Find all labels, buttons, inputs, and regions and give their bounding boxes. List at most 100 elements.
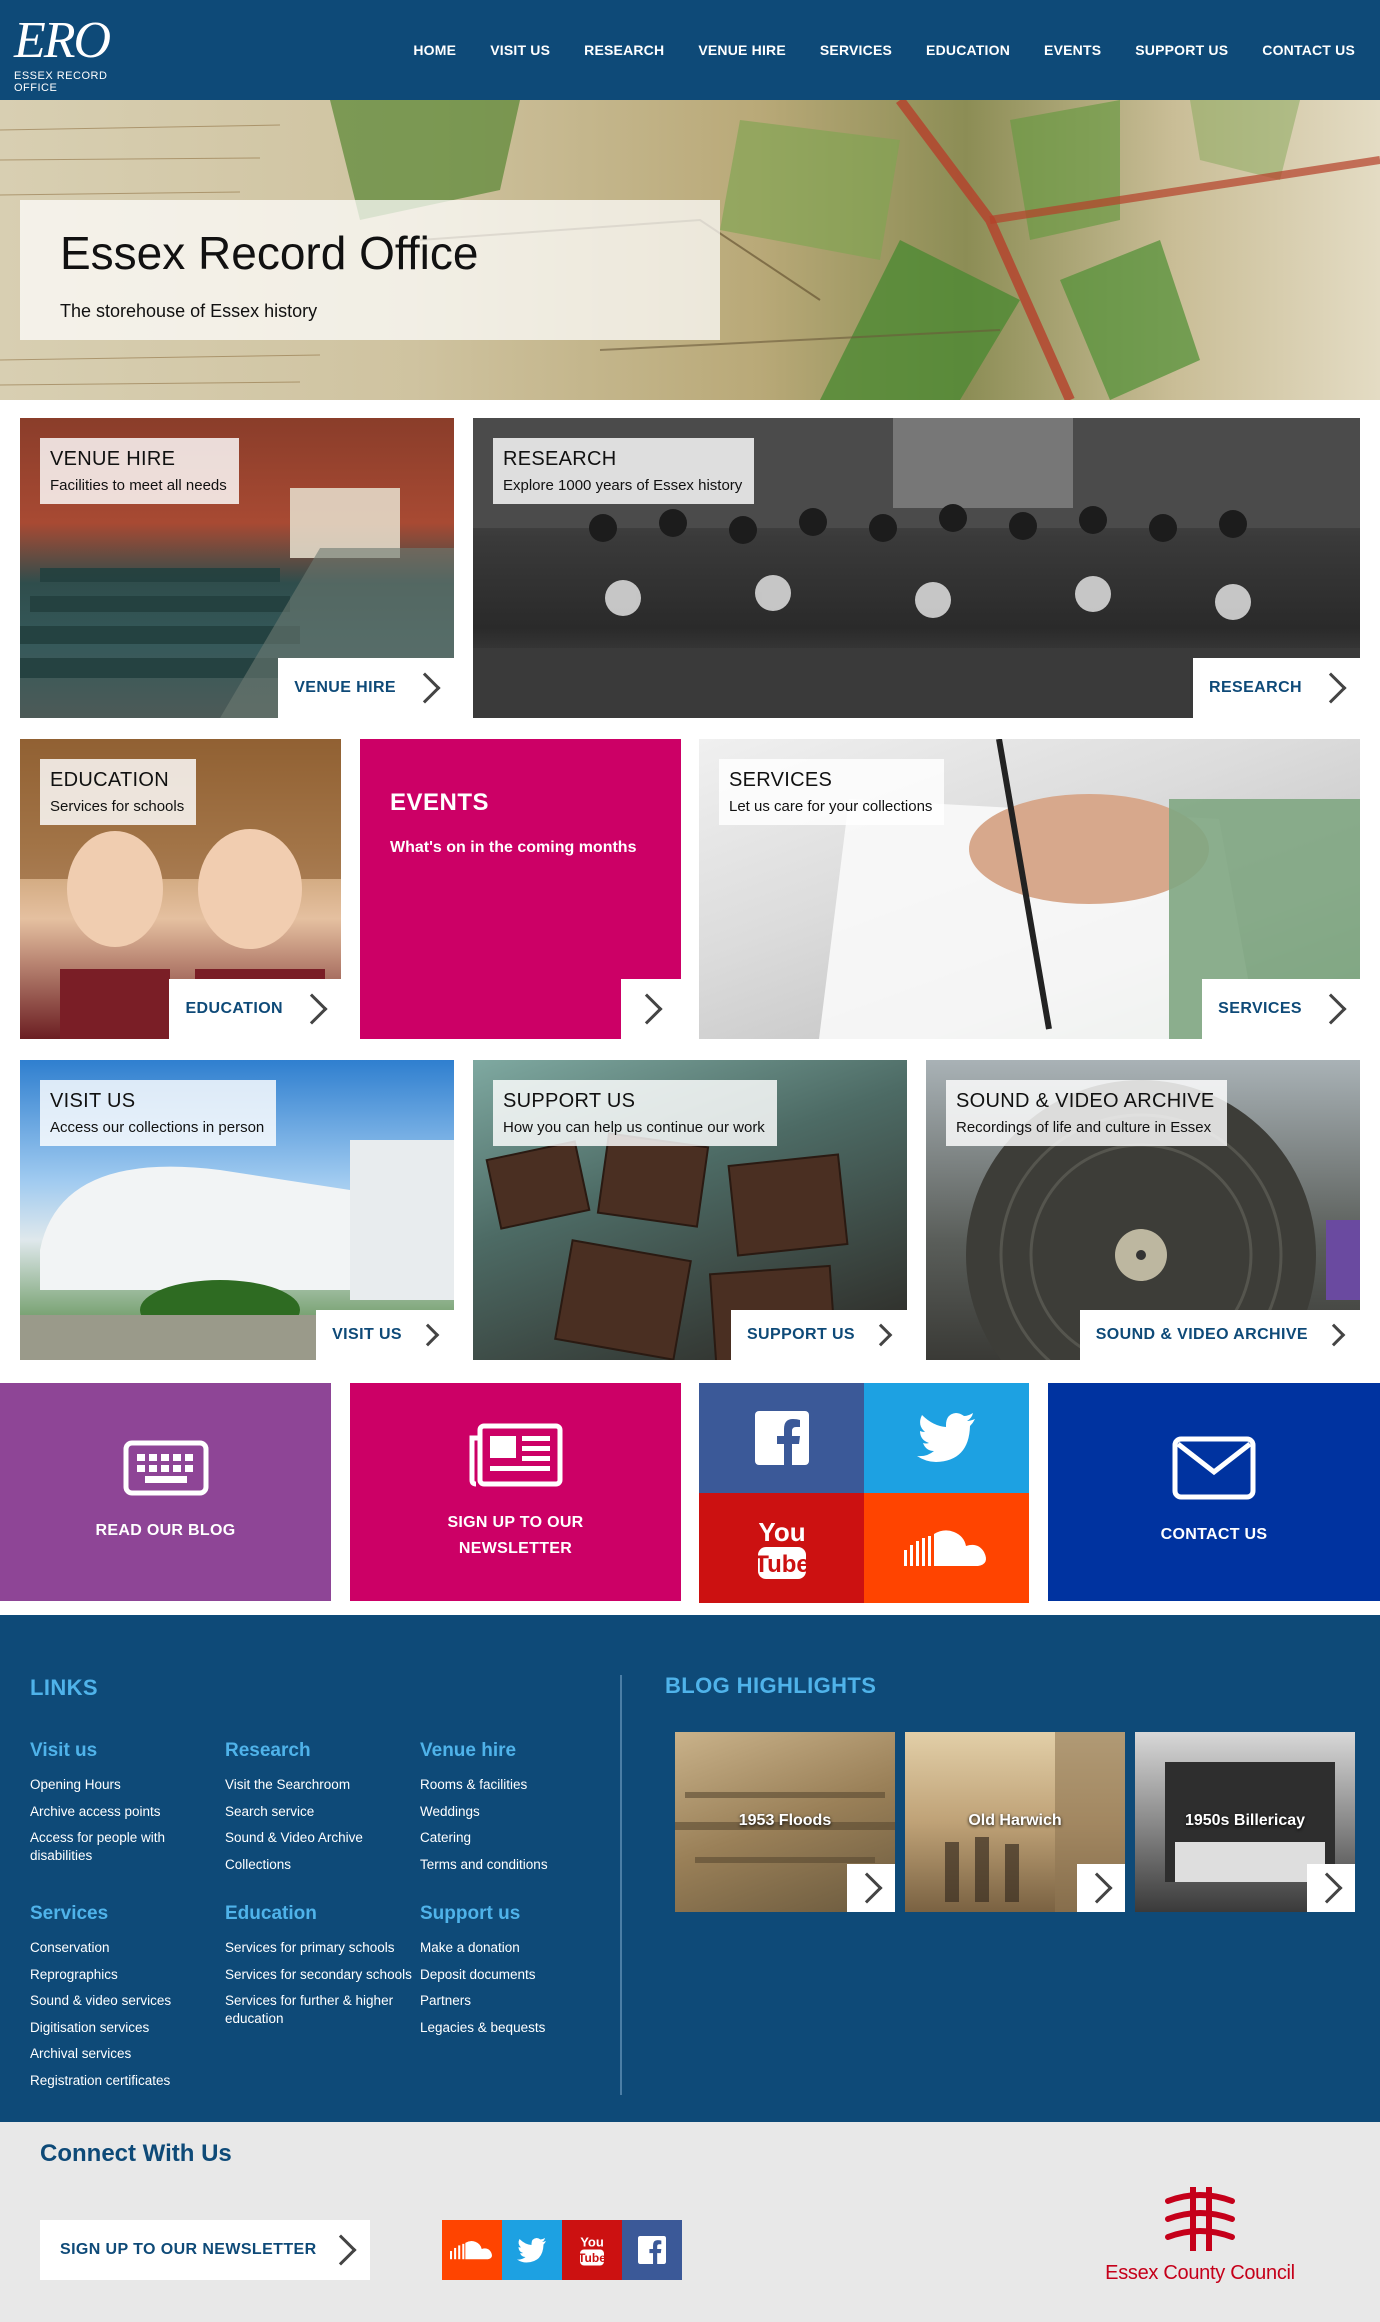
link-digitisation-services[interactable]: Digitisation services: [30, 2019, 220, 2037]
twitter-tile[interactable]: [864, 1383, 1029, 1493]
tile-education[interactable]: EDUCATION Services for schools EDUCATION: [20, 739, 341, 1039]
soundcloud-icon: [450, 2240, 492, 2260]
link-make-donation[interactable]: Make a donation: [420, 1939, 610, 1957]
link-primary-schools[interactable]: Services for primary schools: [225, 1939, 415, 1957]
links-col-education: Education Services for primary schools S…: [225, 1903, 415, 2036]
link-legacies-bequests[interactable]: Legacies & bequests: [420, 2019, 610, 2037]
blog-item-1950s-billericay[interactable]: 1950s Billericay: [1135, 1732, 1355, 1912]
nav-services[interactable]: SERVICES: [803, 42, 909, 58]
link-catering[interactable]: Catering: [420, 1829, 610, 1847]
links-divider: [620, 1675, 622, 2095]
contact-us-tile[interactable]: CONTACT US: [1048, 1383, 1380, 1601]
venue-hire-button[interactable]: VENUE HIRE: [278, 658, 454, 718]
support-us-title: SUPPORT US: [503, 1090, 636, 1112]
link-weddings[interactable]: Weddings: [420, 1803, 610, 1821]
events-button[interactable]: [621, 979, 681, 1039]
research-button-label: RESEARCH: [1209, 679, 1302, 696]
chevron-right-icon: [869, 1323, 893, 1347]
link-archive-access-points[interactable]: Archive access points: [30, 1803, 220, 1821]
links-section: LINKS Visit us Opening Hours Archive acc…: [0, 1615, 1380, 2122]
blog-item-1953-floods[interactable]: 1953 Floods: [675, 1732, 895, 1912]
link-visit-searchroom[interactable]: Visit the Searchroom: [225, 1776, 415, 1794]
blog-item-button[interactable]: [1077, 1864, 1125, 1912]
support-us-button[interactable]: SUPPORT US: [730, 1310, 907, 1360]
link-registration-certificates[interactable]: Registration certificates: [30, 2072, 220, 2090]
facebook-link[interactable]: [622, 2220, 682, 2280]
youtube-icon: You Tube: [578, 2235, 606, 2266]
tile-sound-video-archive[interactable]: SOUND & VIDEO ARCHIVE Recordings of life…: [926, 1060, 1360, 1360]
venue-hire-button-label: VENUE HIRE: [294, 679, 396, 696]
link-reprographics[interactable]: Reprographics: [30, 1966, 220, 1984]
links-col-title[interactable]: Research: [225, 1740, 415, 1762]
blog-item-old-harwich[interactable]: Old Harwich: [905, 1732, 1125, 1912]
soundcloud-tile[interactable]: [864, 1493, 1029, 1603]
tile-services[interactable]: SERVICES Let us care for your collection…: [699, 739, 1360, 1039]
envelope-icon: [1172, 1436, 1256, 1500]
soundcloud-link[interactable]: [442, 2220, 502, 2280]
tile-events[interactable]: EVENTS What's on in the coming months: [360, 739, 681, 1039]
links-col-title[interactable]: Visit us: [30, 1740, 220, 1762]
links-heading: LINKS: [30, 1675, 98, 1700]
three-seaxes-emblem: [1165, 2187, 1235, 2251]
link-further-higher-education[interactable]: Services for further & higher education: [225, 1992, 415, 2027]
nav-research[interactable]: RESEARCH: [567, 42, 681, 58]
tile-venue-hire[interactable]: VENUE HIRE Facilities to meet all needs …: [20, 418, 454, 718]
link-terms-conditions[interactable]: Terms and conditions: [420, 1856, 610, 1874]
read-blog-tile[interactable]: READ OUR BLOG: [0, 1383, 331, 1601]
facebook-icon: [754, 1411, 809, 1465]
nav-support-us[interactable]: SUPPORT US: [1118, 42, 1245, 58]
link-secondary-schools[interactable]: Services for secondary schools: [225, 1966, 415, 1984]
sound-video-caption: SOUND & VIDEO ARCHIVE Recordings of life…: [946, 1080, 1227, 1146]
newsletter-signup-button[interactable]: SIGN UP TO OUR NEWSLETTER: [40, 2220, 370, 2280]
blog-item-button[interactable]: [1307, 1864, 1355, 1912]
research-button[interactable]: RESEARCH: [1193, 658, 1360, 718]
essex-county-council-logo[interactable]: Essex County Council: [1100, 2187, 1300, 2297]
facebook-tile[interactable]: [699, 1383, 864, 1493]
blog-item-label: Old Harwich: [968, 1812, 1062, 1829]
link-conservation[interactable]: Conservation: [30, 1939, 220, 1957]
ero-logo[interactable]: ERO ESSEX RECORD OFFICE: [14, 10, 154, 94]
links-col-title[interactable]: Education: [225, 1903, 415, 1925]
nav-venue-hire[interactable]: VENUE HIRE: [681, 42, 803, 58]
link-sound-video-archive[interactable]: Sound & Video Archive: [225, 1829, 415, 1847]
link-deposit-documents[interactable]: Deposit documents: [420, 1966, 610, 1984]
youtube-link[interactable]: You Tube: [562, 2220, 622, 2280]
council-name: Essex County Council: [1105, 2262, 1295, 2284]
link-access-disabilities[interactable]: Access for people with disabilities: [30, 1829, 220, 1864]
twitter-link[interactable]: [502, 2220, 562, 2280]
newsletter-label-line1: SIGN UP TO OUR: [447, 1514, 584, 1532]
youtube-tile[interactable]: You Tube: [699, 1493, 864, 1603]
services-caption: SERVICES Let us care for your collection…: [719, 759, 945, 825]
newspaper-icon: [469, 1423, 562, 1487]
nav-home[interactable]: HOME: [396, 42, 473, 58]
nav-education[interactable]: EDUCATION: [909, 42, 1027, 58]
tile-visit-us[interactable]: VISIT US Access our collections in perso…: [20, 1060, 454, 1360]
link-rooms-facilities[interactable]: Rooms & facilities: [420, 1776, 610, 1794]
nav-events[interactable]: EVENTS: [1027, 42, 1118, 58]
visit-us-title: VISIT US: [50, 1090, 136, 1112]
link-collections[interactable]: Collections: [225, 1856, 415, 1874]
links-col-title[interactable]: Support us: [420, 1903, 610, 1925]
link-partners[interactable]: Partners: [420, 1992, 610, 2010]
visit-us-button[interactable]: VISIT US: [316, 1310, 454, 1360]
education-caption: EDUCATION Services for schools: [40, 759, 197, 825]
link-search-service[interactable]: Search service: [225, 1803, 415, 1821]
links-col-title[interactable]: Services: [30, 1903, 220, 1925]
chevron-right-icon: [1315, 672, 1347, 704]
tile-research[interactable]: RESEARCH Explore 1000 years of Essex his…: [473, 418, 1360, 718]
events-subtitle: What's on in the coming months: [390, 839, 637, 856]
tile-support-us[interactable]: SUPPORT US How you can help us continue …: [473, 1060, 907, 1360]
services-button[interactable]: SERVICES: [1202, 979, 1360, 1039]
education-button[interactable]: EDUCATION: [169, 979, 341, 1039]
venue-hire-subtitle: Facilities to meet all needs: [50, 477, 227, 494]
sound-video-button[interactable]: SOUND & VIDEO ARCHIVE: [1079, 1310, 1360, 1360]
blog-item-button[interactable]: [847, 1864, 895, 1912]
links-col-title[interactable]: Venue hire: [420, 1740, 610, 1762]
link-sound-video-services[interactable]: Sound & video services: [30, 1992, 220, 2010]
newsletter-label: SIGN UP TO OUR NEWSLETTER: [447, 1510, 583, 1561]
newsletter-tile[interactable]: SIGN UP TO OUR NEWSLETTER: [350, 1383, 681, 1601]
link-archival-services[interactable]: Archival services: [30, 2045, 220, 2063]
nav-contact-us[interactable]: CONTACT US: [1245, 42, 1372, 58]
link-opening-hours[interactable]: Opening Hours: [30, 1776, 220, 1794]
nav-visit-us[interactable]: VISIT US: [473, 42, 567, 58]
